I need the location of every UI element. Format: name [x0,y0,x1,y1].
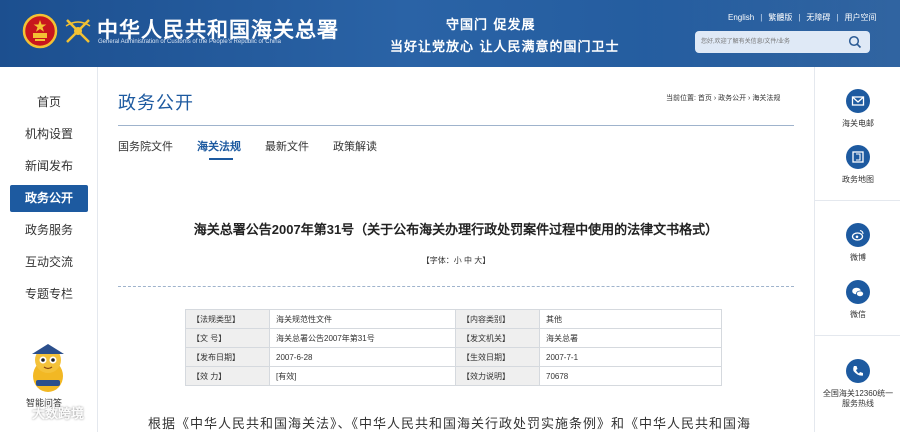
table-label: 【文 号】 [185,328,270,348]
rightbar-item-email[interactable]: 海关电邮 [815,89,900,129]
site-header: 中华人民共和国海关总署 General Administration of Cu… [0,0,900,67]
rightbar-label: 微博 [850,253,866,262]
watermark: 大数跨境 [8,403,84,422]
table-value: 海关总署 [539,328,722,348]
table-label: 【效 力】 [185,366,270,386]
slogan-line2: 当好让党放心 让人民满意的国门卫士 [390,40,620,55]
wechat-icon [852,287,864,297]
rightbar-item-map[interactable]: 政务地图 [815,145,900,185]
table-label: 【生效日期】 [455,347,540,367]
watermark-logo-icon [9,405,27,418]
breadcrumb[interactable]: 当前位置: 首页 › 政务公开 › 海关法规 [666,93,780,103]
table-label: 【发文机关】 [455,328,540,348]
rightbar-item-weibo[interactable]: 微博 [815,223,900,263]
nav-item-government-affairs[interactable]: 政务公开 [10,185,88,212]
font-size-control[interactable]: 【字体：小 中 大】 [98,255,814,266]
search-icon[interactable] [848,35,862,49]
weibo-icon [851,229,864,241]
nav-item-services[interactable]: 政务服务 [10,217,88,244]
search-box [695,31,870,53]
nav-item-home[interactable]: 首页 [10,89,88,116]
left-nav: 首页 机构设置 新闻发布 政务公开 政务服务 互动交流 专题专栏 智能问答 [0,67,98,432]
article-body: 根据《中华人民共和国海关法》、《中华人民共和国海关行政处罚实施条例》和《中华人民… [148,417,752,432]
top-links: English | 繁體版 | 无障碍 | 用户空间 [728,12,877,23]
tab-state-council-docs[interactable]: 国务院文件 [118,138,173,160]
national-emblem-icon [22,13,58,49]
table-row: 【发布日期】 2007-6-28 【生效日期】 2007-7-1 [185,347,722,367]
site-subtitle: General Administration of Customs of the… [98,39,281,45]
rightbar-item-hotline[interactable]: 全国海关12360统一服务热线 [815,359,900,409]
slogan-line1: 守国门 促发展 [446,18,536,33]
right-sidebar: 海关电邮 政务地图 微博 微信 全国海关12360统一服务热线 [814,67,900,432]
tab-bar: 国务院文件 海关法规 最新文件 政策解读 [118,138,401,160]
tab-latest-docs[interactable]: 最新文件 [265,138,309,160]
table-row: 【效 力】 [有效] 【效力说明】 70678 [185,366,722,386]
article-title: 海关总署公告2007年第31号（关于公布海关办理行政处罚案件过程中使用的法律文书… [193,222,719,237]
rightbar-label: 微信 [850,310,866,319]
search-input[interactable] [701,35,841,49]
table-label: 【效力说明】 [455,366,540,386]
table-row: 【文 号】 海关总署公告2007年第31号 【发文机关】 海关总署 [185,328,722,348]
rightbar-label: 全国海关12360统一服务热线 [822,389,894,408]
link-accessibility[interactable]: 无障碍 [806,12,830,23]
info-table: 【法规类型】 海关规范性文件 【内容类别】 其他 【文 号】 海关总署公告200… [185,309,722,386]
tab-policy-interpretation[interactable]: 政策解读 [333,138,377,160]
link-user-space[interactable]: 用户空间 [844,12,876,23]
phone-icon [853,366,863,376]
main-content: 政务公开 当前位置: 首页 › 政务公开 › 海关法规 国务院文件 海关法规 最… [98,67,814,432]
mascot-icon[interactable] [22,340,74,396]
watermark-text: 大数跨境 [32,406,85,421]
table-label: 【法规类型】 [185,309,270,329]
rightbar-label: 海关电邮 [842,119,874,128]
rightbar-label: 政务地图 [842,175,874,184]
nav-item-interaction[interactable]: 互动交流 [10,249,88,276]
nav-item-news[interactable]: 新闻发布 [10,153,88,180]
table-value: [有效] [269,366,456,386]
table-row: 【法规类型】 海关规范性文件 【内容类别】 其他 [185,309,722,329]
map-icon [852,151,864,163]
table-label: 【内容类别】 [455,309,540,329]
table-value: 2007-6-28 [269,347,456,367]
link-traditional[interactable]: 繁體版 [768,12,792,23]
nav-item-topics[interactable]: 专题专栏 [10,281,88,308]
mail-icon [851,96,865,106]
table-value: 2007-7-1 [539,347,722,367]
rightbar-item-wechat[interactable]: 微信 [815,280,900,320]
table-value: 70678 [539,366,722,386]
table-value: 海关规范性文件 [269,309,456,329]
page-title: 政务公开 [118,93,194,114]
nav-item-organization[interactable]: 机构设置 [10,121,88,148]
table-value: 其他 [539,309,722,329]
link-english[interactable]: English [728,13,754,22]
customs-logo-icon [65,19,91,43]
tab-customs-regulations[interactable]: 海关法规 [197,138,241,160]
table-value: 海关总署公告2007年第31号 [269,328,456,348]
table-label: 【发布日期】 [185,347,270,367]
